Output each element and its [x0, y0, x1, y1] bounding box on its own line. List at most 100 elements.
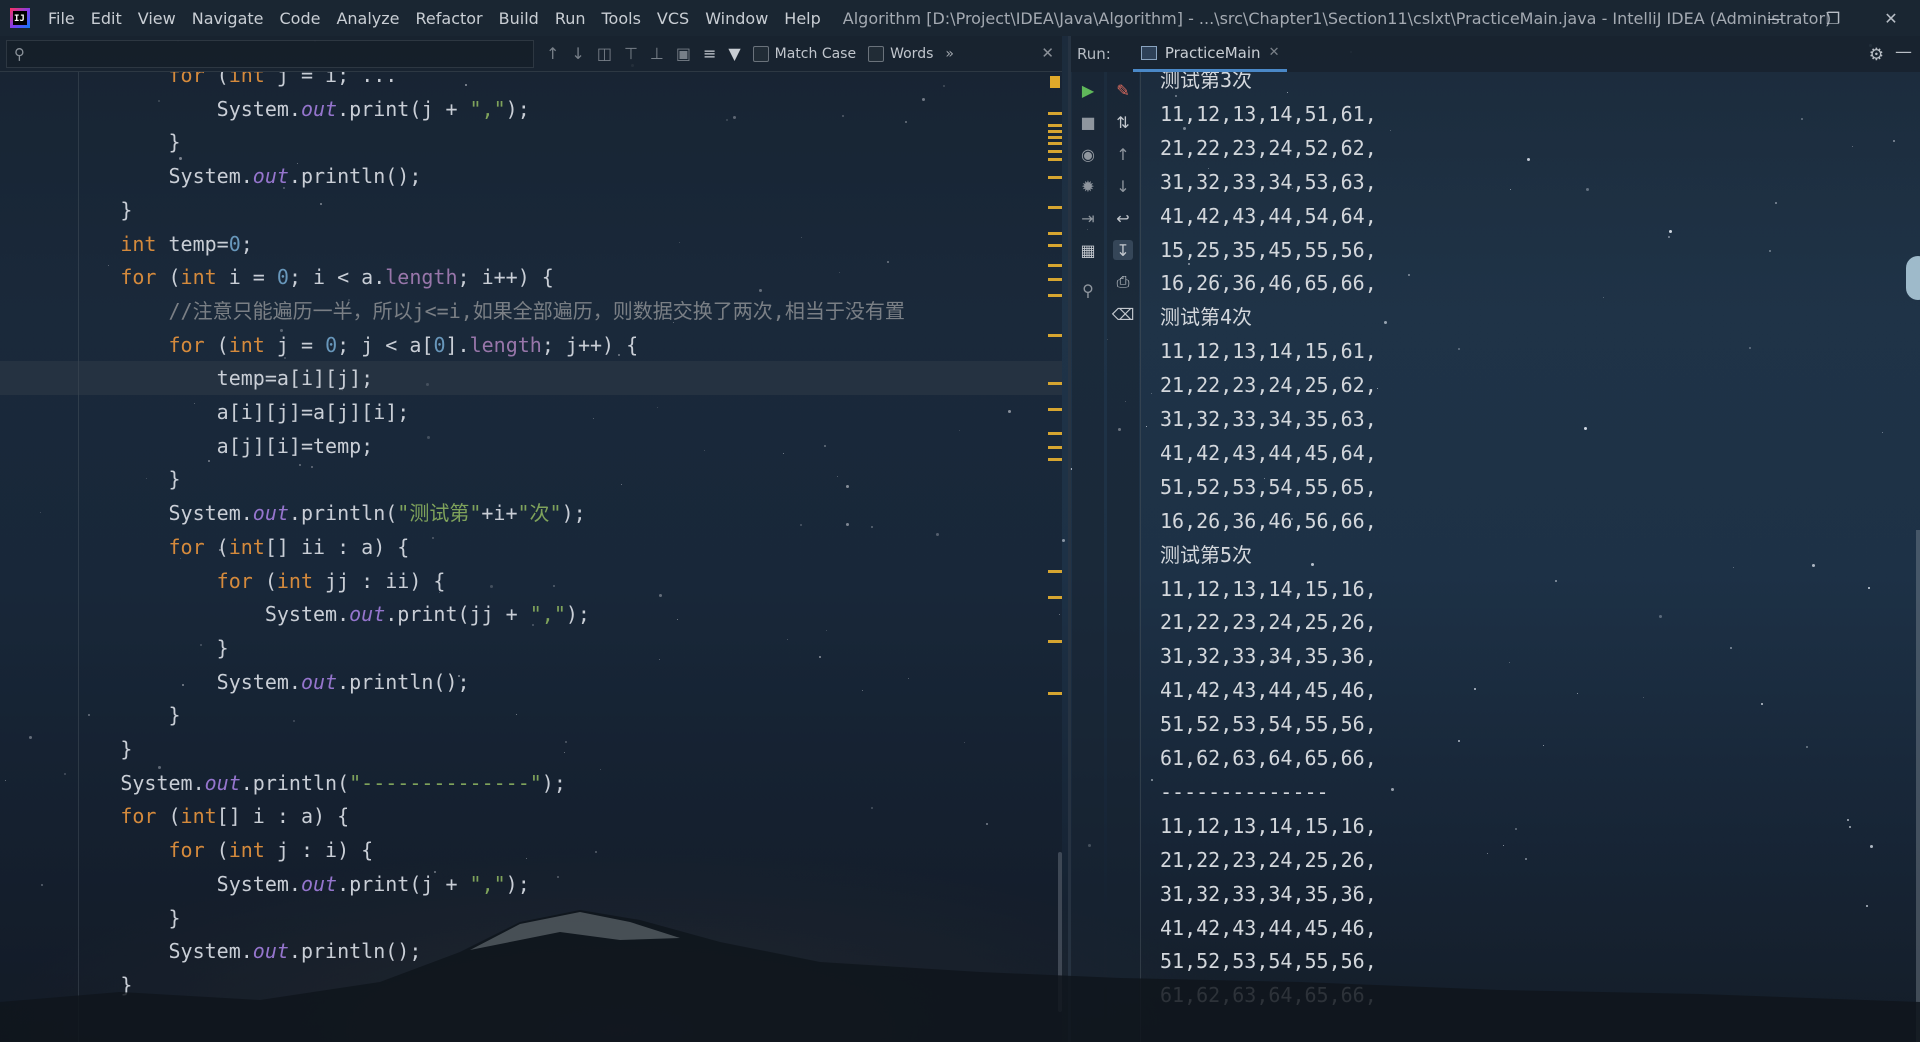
error-stripe[interactable]: [1048, 72, 1062, 1042]
menu-tools[interactable]: Tools: [594, 9, 649, 28]
words-checkbox[interactable]: Words: [868, 45, 933, 62]
stripe-mark[interactable]: [1048, 692, 1062, 695]
code-line[interactable]: }: [0, 901, 1062, 935]
minimize-icon[interactable]: —: [1746, 0, 1804, 36]
stripe-mark[interactable]: [1048, 130, 1062, 133]
menu-view[interactable]: View: [130, 9, 184, 28]
words-box[interactable]: [868, 45, 885, 62]
code-line[interactable]: }: [0, 698, 1062, 732]
menu-analyze[interactable]: Analyze: [328, 9, 407, 28]
find-close-icon[interactable]: ✕: [1041, 44, 1054, 62]
menu-vcs[interactable]: VCS: [649, 9, 697, 28]
menu-build[interactable]: Build: [491, 9, 547, 28]
code-line[interactable]: System.out.println();: [0, 159, 1062, 193]
code-line[interactable]: for (int[] ii : a) {: [0, 530, 1062, 564]
stripe-mark[interactable]: [1048, 142, 1062, 145]
code-line[interactable]: System.out.println("测试第"+i+"次");: [0, 496, 1062, 530]
match-case-box[interactable]: [752, 45, 769, 62]
gear-icon[interactable]: ⚙: [1869, 45, 1884, 65]
menu-edit[interactable]: Edit: [83, 9, 130, 28]
more-options-icon[interactable]: »: [945, 46, 954, 62]
menu-file[interactable]: File: [40, 9, 83, 28]
code-editor[interactable]: for (int j = i; ... System.out.print(j +…: [0, 72, 1062, 1042]
stripe-mark[interactable]: [1048, 382, 1062, 385]
close-icon[interactable]: ✕: [1862, 0, 1920, 36]
find-input[interactable]: [6, 39, 534, 68]
tab-close-icon[interactable]: ✕: [1269, 45, 1280, 60]
menu-help[interactable]: Help: [776, 9, 828, 28]
code-line[interactable]: System.out.println();: [0, 665, 1062, 699]
select-all-icon[interactable]: ▣: [676, 44, 691, 63]
remove-occurrence-icon[interactable]: ⊥: [650, 44, 664, 63]
stripe-mark[interactable]: [1048, 446, 1062, 449]
code-line[interactable]: System.out.print(j + ",");: [0, 92, 1062, 126]
code-line[interactable]: a[i][j]=a[j][i];: [0, 395, 1062, 429]
stripe-mark[interactable]: [1048, 136, 1062, 139]
layout-icon[interactable]: ▦: [1078, 240, 1098, 260]
warning-indicator-icon[interactable]: [1050, 76, 1060, 88]
filter-icon[interactable]: ▼: [728, 44, 740, 63]
code-line[interactable]: }: [0, 631, 1062, 665]
stop-icon[interactable]: ■: [1078, 112, 1098, 132]
code-line[interactable]: System.out.println();: [0, 934, 1062, 968]
up-icon[interactable]: ↑: [1113, 144, 1133, 164]
stripe-mark[interactable]: [1048, 112, 1062, 115]
panel-divider[interactable]: [1068, 36, 1071, 1042]
scroll-end-icon[interactable]: ↧: [1113, 240, 1133, 260]
stripe-mark[interactable]: [1048, 264, 1062, 267]
stripe-mark[interactable]: [1048, 158, 1062, 161]
code-line[interactable]: }: [0, 968, 1062, 1002]
exit-icon[interactable]: ⇥: [1078, 208, 1098, 228]
stripe-mark[interactable]: [1048, 124, 1062, 127]
print-icon[interactable]: ⎙: [1113, 272, 1133, 292]
prev-occurrence-icon[interactable]: ↑: [546, 44, 559, 63]
stripe-mark[interactable]: [1048, 596, 1062, 599]
clear-icon[interactable]: ✎: [1113, 80, 1133, 100]
code-line[interactable]: //注意只能遍历一半，所以j<=i,如果全部遍历，则数据交换了两次,相当于没有置: [0, 294, 1062, 328]
stripe-mark[interactable]: [1048, 206, 1062, 209]
restore-icon[interactable]: ❐: [1804, 0, 1862, 36]
tab-practicemain[interactable]: PracticeMain ✕: [1132, 36, 1288, 72]
soft-wrap-icon[interactable]: ↩: [1113, 208, 1133, 228]
code-line[interactable]: for (int j = i; ...: [0, 72, 1062, 92]
stripe-mark[interactable]: [1048, 640, 1062, 643]
code-line[interactable]: }: [0, 732, 1062, 766]
code-line[interactable]: for (int[] i : a) {: [0, 799, 1062, 833]
stripe-mark[interactable]: [1048, 458, 1062, 461]
menu-run[interactable]: Run: [547, 9, 594, 28]
rerun-icon[interactable]: ▶: [1078, 80, 1098, 100]
code-line[interactable]: }: [0, 462, 1062, 496]
stripe-mark[interactable]: [1048, 408, 1062, 411]
code-line[interactable]: for (int j = 0; j < a[0].length; j++) {: [0, 328, 1062, 362]
code-line[interactable]: System.out.print(j + ",");: [0, 867, 1062, 901]
menu-navigate[interactable]: Navigate: [184, 9, 272, 28]
code-line[interactable]: }: [0, 125, 1062, 159]
code-line[interactable]: System.out.println("--------------");: [0, 766, 1062, 800]
add-occurrence-icon[interactable]: ⊤: [624, 44, 638, 63]
code-line[interactable]: }: [0, 193, 1062, 227]
down-icon[interactable]: ↓: [1113, 176, 1133, 196]
filter-options-icon[interactable]: ≡: [703, 44, 716, 63]
code-line[interactable]: temp=a[i][j];: [0, 361, 1062, 396]
stripe-mark[interactable]: [1048, 570, 1062, 573]
stripe-mark[interactable]: [1048, 432, 1062, 435]
menu-window[interactable]: Window: [697, 9, 776, 28]
select-all-occurrences-icon[interactable]: ◫: [597, 44, 612, 63]
trash-icon[interactable]: ⌫: [1112, 304, 1135, 324]
stripe-mark[interactable]: [1048, 176, 1062, 179]
editor-scrollbar[interactable]: [1058, 852, 1062, 1012]
code-line[interactable]: System.out.print(jj + ",");: [0, 597, 1062, 631]
stripe-mark[interactable]: [1048, 150, 1062, 153]
match-case-checkbox[interactable]: Match Case: [752, 45, 856, 62]
stripe-mark[interactable]: [1048, 232, 1062, 235]
menu-refactor[interactable]: Refactor: [408, 9, 491, 28]
pin-icon[interactable]: ⚲: [1078, 280, 1098, 300]
stripe-mark[interactable]: [1048, 278, 1062, 281]
code-line[interactable]: for (int i = 0; i < a.length; i++) {: [0, 260, 1062, 294]
stripe-mark[interactable]: [1048, 244, 1062, 247]
next-occurrence-icon[interactable]: ↓: [571, 44, 584, 63]
floating-widget[interactable]: [1906, 256, 1920, 300]
code-line[interactable]: int temp=0;: [0, 227, 1062, 261]
menu-code[interactable]: Code: [272, 9, 329, 28]
code-line[interactable]: for (int j : i) {: [0, 833, 1062, 867]
